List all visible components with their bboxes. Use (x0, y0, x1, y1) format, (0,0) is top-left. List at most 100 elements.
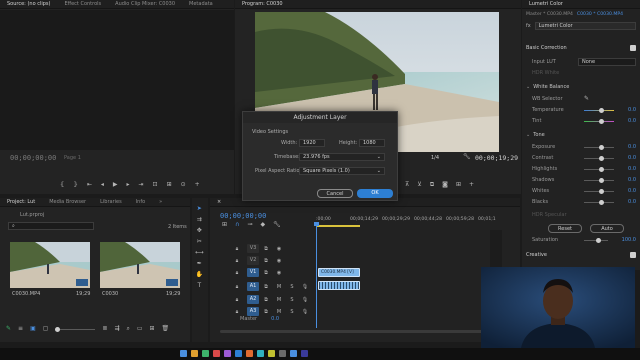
step-back-icon[interactable]: ◂ (101, 182, 104, 188)
v3-lock-icon[interactable]: 🔒︎ (232, 245, 242, 253)
effect-select[interactable]: Lumetri Color (534, 22, 636, 30)
par-select[interactable]: Square Pixels (1.0) ⌄ (299, 167, 385, 175)
a2-mic-icon[interactable]: 🎙︎ (300, 296, 310, 304)
timeline-scrollbar[interactable] (220, 330, 490, 333)
a3-mic-icon[interactable]: 🎙︎ (300, 308, 310, 316)
a1-mic-icon[interactable]: 🎙︎ (300, 283, 310, 291)
cancel-button[interactable]: Cancel (317, 189, 353, 198)
taskbar-app-2-icon[interactable] (191, 350, 198, 357)
v1-lock-icon[interactable]: 🔒︎ (232, 269, 242, 277)
new-bin-icon[interactable]: ▭ (137, 326, 143, 332)
tint-slider[interactable] (584, 118, 614, 124)
a1-solo-button[interactable]: S (287, 283, 297, 291)
saturation-knob[interactable] (596, 237, 601, 243)
tone-value-shadows[interactable]: 0.0 (620, 177, 636, 183)
a3-sync-icon[interactable]: ⧉ (261, 308, 271, 316)
a2-label[interactable]: A2 (247, 295, 259, 304)
v2-label[interactable]: V2 (247, 256, 259, 265)
tone-knob-exposure[interactable] (599, 144, 604, 150)
linked-icon[interactable]: ⊸ (247, 222, 252, 228)
lift-icon[interactable]: ⊼ (405, 182, 409, 188)
master-value[interactable]: 0.0 (271, 316, 279, 322)
trash-icon[interactable]: 🗑︎ (162, 326, 170, 332)
pencil-icon[interactable]: ✎ (6, 326, 11, 332)
extract-icon[interactable]: ⊻ (417, 182, 421, 188)
type-tool-icon[interactable]: T (195, 283, 204, 289)
go-to-in-icon[interactable]: ⇤ (87, 182, 92, 188)
mark-out-icon[interactable]: ⦄ (73, 182, 77, 188)
saturation-value[interactable]: 100.0 (614, 237, 636, 243)
tab-info[interactable]: Info (129, 199, 152, 205)
taskbar-app-8-icon[interactable] (257, 350, 264, 357)
v2-eye-icon[interactable]: ◉ (274, 257, 284, 265)
program-timecode[interactable]: 00;00;19;29 (475, 154, 518, 162)
zoom-slider[interactable] (55, 326, 96, 332)
selection-tool-icon[interactable]: ➤ (195, 206, 204, 212)
auto-button[interactable]: Auto (590, 224, 624, 233)
ripple-edit-icon[interactable]: ✥ (195, 228, 204, 234)
a3-lock-icon[interactable]: 🔒︎ (232, 308, 242, 316)
add-button-icon[interactable]: + (195, 182, 200, 188)
input-lut-select[interactable]: None (578, 58, 636, 66)
a1-lock-icon[interactable]: 🔒︎ (232, 283, 242, 291)
tint-value[interactable]: 0.0 (620, 118, 636, 124)
find-icon[interactable]: ⌕ (126, 326, 129, 332)
tab-media-browser[interactable]: Media Browser (42, 199, 93, 205)
tone-value-blacks[interactable]: 0.0 (620, 199, 636, 205)
taskbar-app-5-icon[interactable] (224, 350, 231, 357)
v3-sync-icon[interactable]: ⧉ (261, 245, 271, 253)
tint-knob[interactable] (599, 118, 604, 124)
play-icon[interactable]: ▶ (113, 182, 118, 188)
automate-icon[interactable]: ⇶ (114, 326, 119, 332)
v3-eye-icon[interactable]: ◉ (274, 245, 284, 253)
work-area-bar[interactable] (316, 225, 360, 227)
white-balance-header[interactable]: ⌄ White Balance (526, 82, 636, 92)
go-to-out-icon[interactable]: ⇥ (139, 182, 144, 188)
v2-lock-icon[interactable]: 🔒︎ (232, 257, 242, 265)
sort-icon[interactable]: ≣ (102, 326, 107, 332)
dialog-title-bar[interactable]: Adjustment Layer (243, 112, 397, 123)
tab-lumetri-color[interactable]: Lumetri Color (522, 1, 570, 7)
a2-solo-button[interactable]: S (287, 296, 297, 304)
taskbar-app-7-icon[interactable] (246, 350, 253, 357)
tone-value-whites[interactable]: 0.0 (620, 188, 636, 194)
new-item-icon[interactable]: ⊞ (150, 326, 155, 332)
tone-value-contrast[interactable]: 0.0 (620, 155, 636, 161)
playhead-cap[interactable] (314, 222, 319, 226)
tone-value-highlights[interactable]: 0.0 (620, 166, 636, 172)
v3-label[interactable]: V3 (247, 244, 259, 253)
basic-correction-checkbox[interactable] (630, 45, 636, 51)
hand-tool-icon[interactable]: ✋ (195, 272, 204, 278)
clip-thumbnail-2[interactable] (100, 242, 180, 288)
taskbar-app-9-icon[interactable] (268, 350, 275, 357)
creative-checkbox[interactable] (630, 252, 636, 258)
a1-mute-button[interactable]: M (274, 283, 284, 291)
playhead[interactable] (316, 224, 317, 328)
clip-thumbnail-1[interactable] (10, 242, 90, 288)
pen-tool-icon[interactable]: ✒ (195, 261, 204, 267)
vr-icon[interactable]: ⊞ (456, 182, 461, 188)
saturation-slider[interactable] (584, 237, 608, 243)
v1-eye-icon[interactable]: ◉ (274, 269, 284, 277)
timeline-wrench-icon[interactable]: 🔧︎ (273, 222, 281, 228)
timeline-ruler[interactable]: :00;00 00;00;14;29 00;00;29;29 00;00;44;… (316, 216, 520, 228)
width-input[interactable]: 1920 (299, 139, 325, 147)
tone-knob-blacks[interactable] (599, 199, 604, 205)
tone-slider-shadows[interactable] (584, 177, 614, 183)
tone-knob-highlights[interactable] (599, 166, 604, 172)
program-add-icon[interactable]: + (469, 182, 474, 188)
freeform-view-icon[interactable]: ▢ (43, 326, 49, 332)
icon-view-icon[interactable]: ▣ (30, 326, 36, 332)
breadcrumb-master[interactable]: Master * C0030.MP4 (526, 12, 573, 17)
v2-sync-icon[interactable]: ⧉ (261, 257, 271, 265)
source-timecode[interactable]: 00;00;00;00 (10, 154, 56, 162)
a2-lock-icon[interactable]: 🔒︎ (232, 296, 242, 304)
tone-knob-contrast[interactable] (599, 155, 604, 161)
taskbar-app-6-icon[interactable] (235, 350, 242, 357)
track-select-icon[interactable]: ⇉ (195, 217, 204, 223)
taskbar-app-12-icon[interactable] (301, 350, 308, 357)
tab-libraries[interactable]: Libraries (93, 199, 129, 205)
taskbar-app-3-icon[interactable] (202, 350, 209, 357)
wrench-icon[interactable]: 🔧︎ (463, 154, 471, 160)
export-frame-icon[interactable]: ⊙ (181, 182, 186, 188)
